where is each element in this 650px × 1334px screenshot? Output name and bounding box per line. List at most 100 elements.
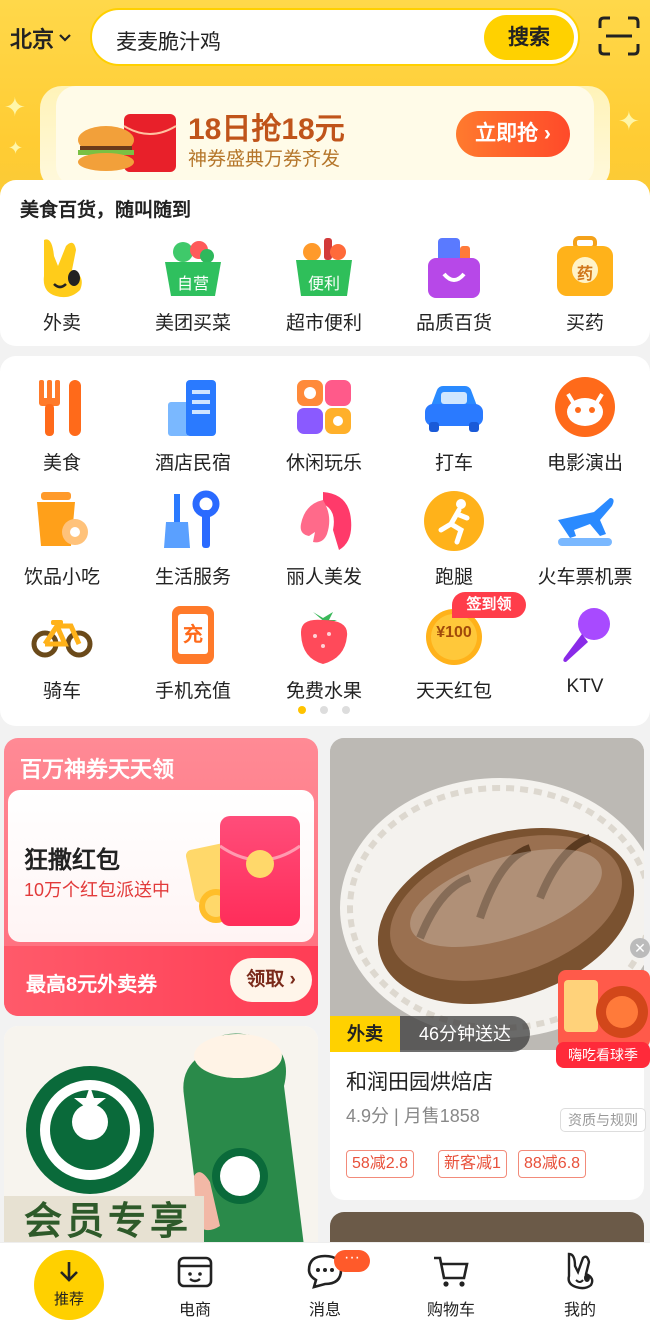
category-chaoshi[interactable]: 便利 超市便利 [259, 236, 389, 335]
grid-item-beauty[interactable]: 丽人美发 [259, 490, 389, 589]
search-bar[interactable]: 麦麦脆汁鸡 搜索 [90, 8, 580, 66]
search-input[interactable]: 麦麦脆汁鸡 [116, 26, 221, 56]
grid-label: 火车票机票 [537, 567, 633, 588]
category-label: 买药 [565, 313, 604, 334]
category-badge: 便利 [307, 276, 340, 293]
grid-label: KTV [566, 676, 604, 697]
city-label: 北京 [10, 27, 55, 52]
grid-label: 骑车 [42, 681, 81, 702]
tab-mine[interactable]: 我的 [535, 1252, 625, 1320]
vegetable-basket-icon: 自营 [161, 236, 225, 300]
tab-label: 电商 [178, 1302, 211, 1319]
shopping-bag-icon [422, 236, 486, 300]
discount-tag: 新客减1 [438, 1150, 507, 1178]
promo-subtitle: 神券盛典万券齐发 [188, 149, 341, 170]
grid-label: 电影演出 [546, 453, 623, 474]
grid-label: 跑腿 [434, 567, 473, 588]
grid-item-taxi[interactable]: 打车 [389, 376, 519, 475]
grid-label: 酒店民宿 [154, 453, 231, 474]
tab-label: 消息 [308, 1302, 341, 1319]
arrow-down-icon [60, 1262, 78, 1282]
grid-label: 丽人美发 [285, 567, 362, 588]
chevron-down-icon [59, 34, 71, 42]
sparkle-icon: ✦ [4, 92, 26, 122]
grid-label: 生活服务 [154, 567, 231, 588]
category-label: 超市便利 [285, 313, 362, 334]
supermarket-basket-icon: 便利 [292, 236, 356, 300]
grid-item-hotel[interactable]: 酒店民宿 [128, 376, 258, 475]
starbucks-card[interactable]: 会员专享 [4, 1026, 318, 1266]
grid-item-leisure[interactable]: 休闲玩乐 [259, 376, 389, 475]
grid-item-movie[interactable]: 电影演出 [520, 376, 650, 475]
grid-item-food[interactable]: 美食 [0, 376, 127, 475]
category-maicai[interactable]: 自营 美团买菜 [128, 236, 258, 335]
header: 北京 麦麦脆汁鸡 搜索 [0, 0, 650, 80]
grid-item-recharge[interactable]: 充 手机充值 [128, 604, 258, 703]
grid-item-life-service[interactable]: 生活服务 [128, 490, 258, 589]
search-button[interactable]: 搜索 [484, 15, 574, 60]
rabbit-icon [30, 236, 94, 300]
medicine-box-icon: 药 [553, 236, 617, 300]
message-badge: ··· [334, 1250, 370, 1272]
tab-recommend[interactable] [34, 1250, 104, 1320]
delivery-tag: 外卖 [330, 1016, 400, 1052]
float-ad[interactable]: 嗨吃看球季 [556, 970, 650, 1078]
chevron-right-icon: › [543, 122, 551, 145]
grid-label: 打车 [434, 453, 473, 474]
category-label: 外卖 [42, 313, 81, 334]
shop-bag-icon [176, 1252, 214, 1290]
close-icon[interactable]: ✕ [630, 938, 650, 958]
plane-icon [554, 490, 616, 552]
tab-label: 购物车 [426, 1302, 475, 1319]
category-badge: 药 [576, 266, 593, 283]
delivery-time: 46分钟送达 [400, 1016, 530, 1052]
grid-item-tickets[interactable]: 火车票机票 [520, 490, 650, 589]
claim-label: 领取 [246, 969, 285, 990]
coin-text: ¥100 [436, 624, 472, 641]
car-icon [423, 376, 485, 438]
discount-tag: 58减2.8 [346, 1150, 415, 1178]
rabbit-profile-icon [561, 1252, 599, 1290]
shopping-cart-icon [432, 1252, 470, 1290]
hotel-icon [162, 376, 224, 438]
tools-icon [162, 490, 224, 552]
fork-knife-icon [31, 376, 93, 438]
claim-button[interactable]: 领取 › [230, 958, 312, 1002]
burger-redpacket-icon [78, 114, 177, 172]
coupon-sub-text: 10万个红包派送中 [24, 880, 171, 900]
leisure-icon [293, 376, 355, 438]
grid-item-errand[interactable]: 跑腿 [389, 490, 519, 589]
grid-item-redpacket[interactable]: ¥100 天天红包 [389, 604, 519, 703]
tab-ecommerce[interactable]: 电商 [150, 1252, 240, 1320]
discount-tag: 88减6.8 [518, 1150, 587, 1178]
member-banner: 会员专享 [24, 1201, 193, 1243]
category-baihuo[interactable]: 品质百货 [389, 236, 519, 335]
bicycle-icon [31, 604, 93, 666]
tab-cart[interactable]: 购物车 [406, 1252, 496, 1320]
grab-now-button[interactable]: 立即抢 › [456, 111, 570, 157]
hair-icon [293, 490, 355, 552]
grid-item-drinks[interactable]: 饮品小吃 [0, 490, 127, 589]
grid-label: 免费水果 [285, 681, 362, 702]
chevron-right-icon: › [289, 969, 296, 990]
cat-movie-icon [554, 376, 616, 438]
shop-name: 和润田园烘焙店 [346, 1071, 493, 1094]
runner-icon [423, 490, 485, 552]
recharge-glyph: 充 [183, 624, 203, 646]
phone-recharge-icon: 充 [162, 604, 224, 666]
category-maiyao[interactable]: 药 买药 [520, 236, 650, 335]
grid-item-ktv[interactable]: KTV [520, 604, 650, 698]
category-waimai[interactable]: 外卖 [0, 236, 127, 335]
promo-title: 18日抢18元 [188, 113, 345, 146]
scan-icon[interactable] [598, 16, 640, 56]
page-dot [342, 706, 350, 714]
sparkle-icon: ✦ [8, 138, 24, 158]
page-indicator [298, 706, 350, 714]
grid-item-fruit[interactable]: 免费水果 [259, 604, 389, 703]
qualification-link[interactable]: 资质与规则 [560, 1108, 646, 1132]
city-selector[interactable]: 北京 [10, 22, 72, 54]
shop-rating: 4.9分 | 月售1858 [346, 1106, 480, 1126]
page-dot-active [298, 706, 306, 714]
category-label: 品质百货 [415, 313, 492, 334]
grid-item-bike[interactable]: 骑车 [0, 604, 127, 703]
